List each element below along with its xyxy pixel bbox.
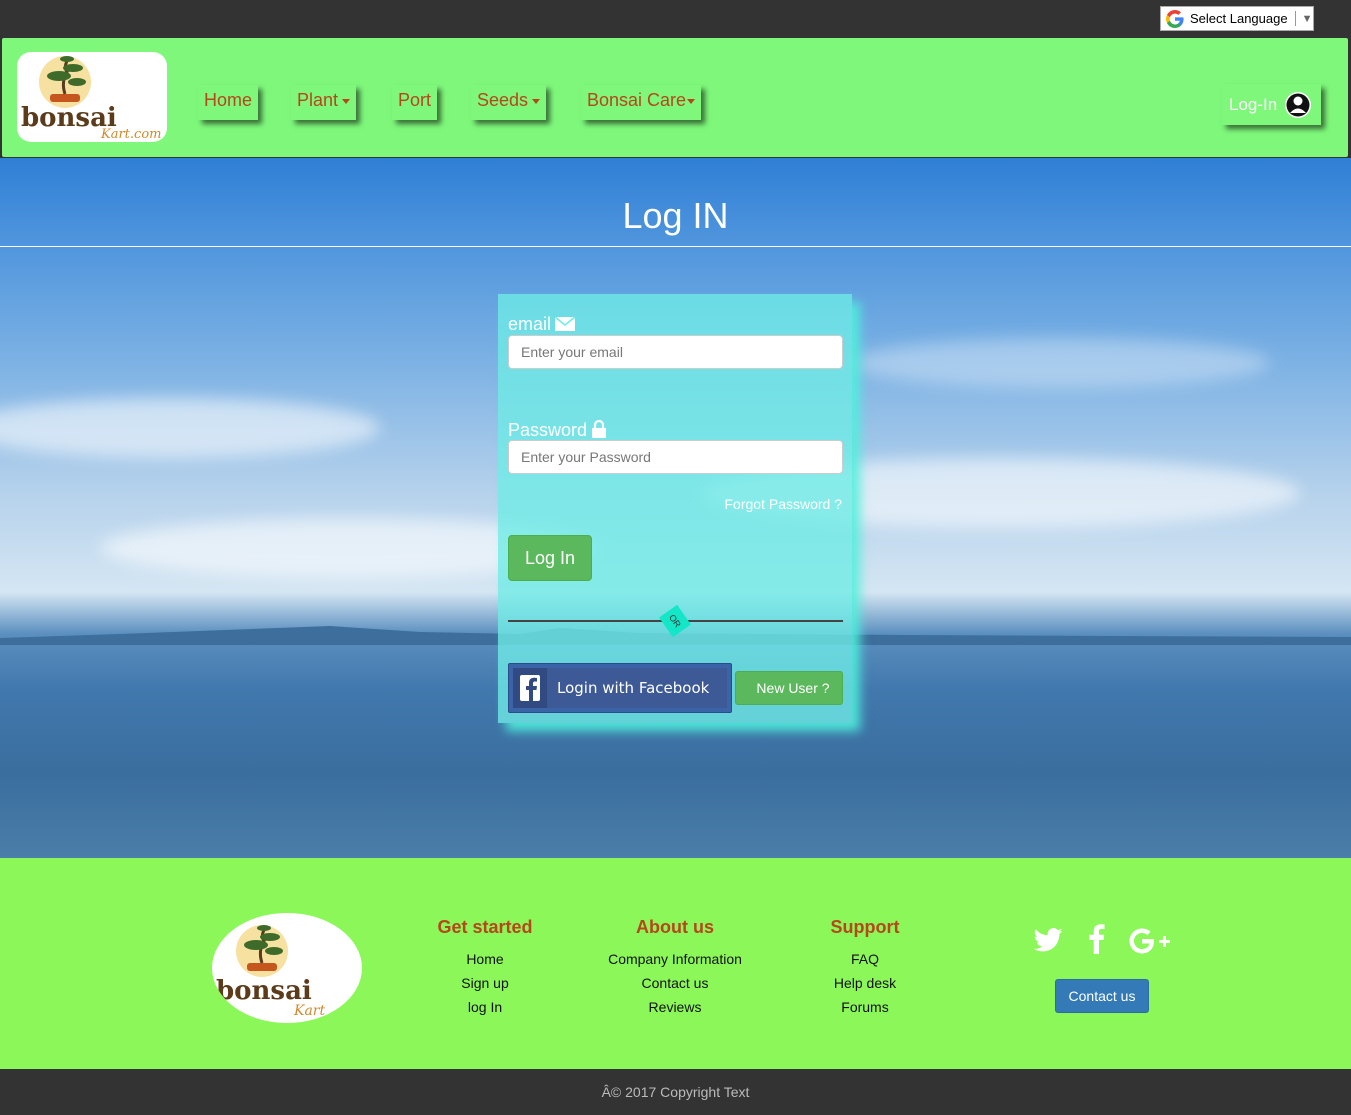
footer-link-forums[interactable]: Forums: [765, 995, 965, 1019]
footer-link-help-desk[interactable]: Help desk: [765, 971, 965, 995]
nav-home[interactable]: Home: [198, 85, 258, 120]
divider: [1294, 11, 1296, 26]
svg-text:Kart: Kart: [293, 1003, 325, 1019]
footer-link-faq[interactable]: FAQ: [765, 947, 965, 971]
svg-text:Kart.com: Kart.com: [100, 127, 161, 142]
nav-home-label: Home: [204, 90, 253, 110]
facebook-icon[interactable]: [1087, 924, 1105, 954]
new-user-button[interactable]: New User ?: [735, 671, 843, 705]
google-icon: [1166, 9, 1184, 28]
cloud: [850, 338, 1270, 388]
email-label: email: [508, 314, 576, 335]
nav-login-label: Log-In: [1229, 94, 1278, 114]
password-label: Password: [508, 419, 607, 441]
or-badge: OR: [659, 604, 691, 638]
password-input[interactable]: [508, 440, 843, 474]
page-title: Log IN: [622, 195, 729, 236]
email-input[interactable]: [508, 335, 843, 369]
facebook-login-inner: Login with Facebook: [513, 668, 727, 708]
nav-port[interactable]: Port: [392, 85, 437, 120]
login-hero: Log IN email Password Forgot Password ? …: [0, 158, 1351, 858]
title-divider: [0, 246, 1351, 247]
site-footer: bonsai Kart Get started Home Sign up log…: [0, 858, 1351, 1069]
copyright-bar: Â© 2017 Copyright Text: [0, 1069, 1351, 1115]
envelope-icon: [554, 316, 576, 331]
footer-column-title: Get started: [437, 917, 533, 937]
copyright-text: Â© 2017 Copyright Text: [601, 1084, 750, 1100]
cloud: [0, 398, 380, 458]
footer-link-reviews[interactable]: Reviews: [575, 995, 775, 1019]
footer-link-home[interactable]: Home: [385, 947, 585, 971]
footer-column-title: Support: [830, 917, 900, 937]
caret-down-icon: [342, 98, 351, 104]
lock-icon: [592, 419, 607, 438]
svg-text:bonsai: bonsai: [216, 976, 312, 1006]
facebook-login-label: Login with Facebook: [557, 679, 710, 697]
google-plus-icon[interactable]: [1128, 927, 1172, 955]
main-navbar: bonsai Kart.com Home Plant Port Seeds Bo…: [1, 37, 1349, 158]
dropdown-arrow-icon: ▼: [1301, 12, 1313, 25]
nav-login[interactable]: Log-In: [1222, 84, 1321, 125]
footer-link-contact-us[interactable]: Contact us: [575, 971, 775, 995]
bonsai-logo-icon: bonsai Kart.com: [21, 56, 161, 142]
nav-port-label: Port: [398, 90, 432, 110]
footer-logo[interactable]: bonsai Kart: [212, 913, 362, 1023]
login-submit-button[interactable]: Log In: [508, 535, 592, 581]
facebook-icon: [513, 668, 547, 708]
language-select-label: Select Language: [1190, 11, 1288, 26]
email-label-text: email: [508, 314, 552, 334]
footer-link-sign-up[interactable]: Sign up: [385, 971, 585, 995]
top-bar: Select Language ▼: [0, 0, 1351, 36]
nav-bonsai-care-label: Bonsai Care: [587, 90, 687, 110]
nav-seeds-label: Seeds: [477, 90, 529, 110]
footer-column-title: About us: [636, 917, 714, 937]
bonsai-logo-icon: bonsai Kart: [216, 925, 325, 1019]
nav-plant[interactable]: Plant: [291, 85, 356, 120]
footer-column-about-us: About us Company Information Contact us …: [575, 917, 775, 1019]
footer-link-company-information[interactable]: Company Information: [575, 947, 775, 971]
footer-link-log-in[interactable]: log In: [385, 995, 585, 1019]
twitter-icon[interactable]: [1033, 928, 1063, 952]
caret-down-icon: [687, 98, 696, 104]
user-icon: [1285, 91, 1312, 118]
password-label-text: Password: [508, 420, 588, 440]
nav-plant-label: Plant: [297, 90, 339, 110]
forgot-password-link[interactable]: Forgot Password ?: [725, 496, 843, 512]
login-form: email Password Forgot Password ? Log In …: [498, 294, 852, 723]
facebook-login-button[interactable]: Login with Facebook: [508, 663, 732, 713]
contact-us-button[interactable]: Contact us: [1055, 979, 1149, 1013]
nav-bonsai-care[interactable]: Bonsai Care: [581, 85, 701, 120]
language-select[interactable]: Select Language ▼: [1160, 6, 1314, 31]
footer-column-support: Support FAQ Help desk Forums: [765, 917, 965, 1019]
site-logo[interactable]: bonsai Kart.com: [17, 52, 167, 142]
caret-down-icon: [532, 98, 541, 104]
footer-column-get-started: Get started Home Sign up log In: [385, 917, 585, 1019]
nav-seeds[interactable]: Seeds: [471, 85, 546, 120]
